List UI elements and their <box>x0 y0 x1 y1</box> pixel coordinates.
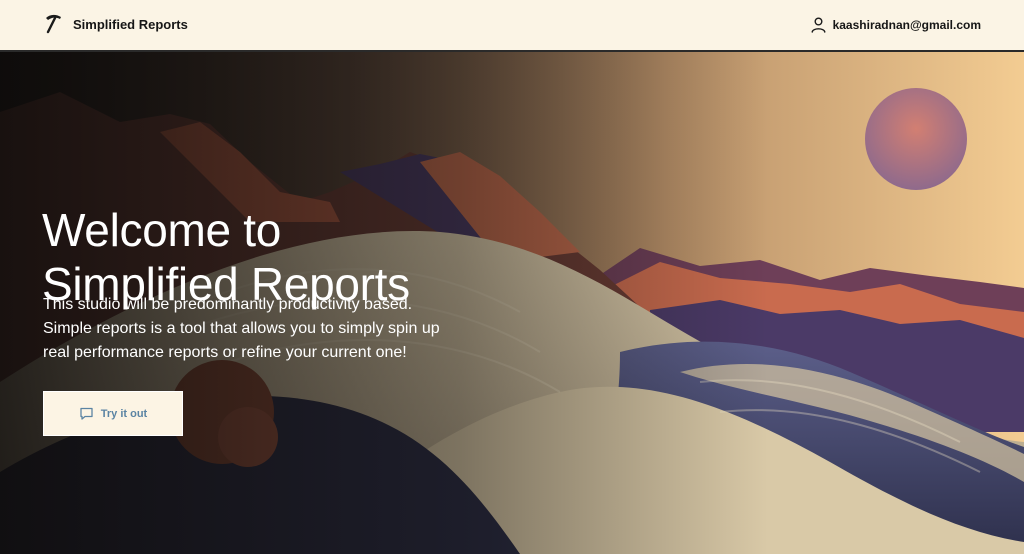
user-email: kaashiradnan@gmail.com <box>832 18 981 32</box>
hero-description-line-2: Simple reports is a tool that allows you… <box>43 320 440 337</box>
hero-description-line-3: real performance reports or refine your … <box>43 344 407 361</box>
user-account-menu[interactable]: kaashiradnan@gmail.com <box>811 17 981 33</box>
hero-section: Welcome to Simplified Reports This studi… <box>0 52 1024 554</box>
pickaxe-icon <box>46 14 61 34</box>
hero-description: This studio will be predominantly produc… <box>43 293 483 365</box>
user-icon <box>811 17 826 33</box>
try-it-out-label: Try it out <box>100 407 148 420</box>
top-navigation-bar: Simplified Reports kaashiradnan@gmail.co… <box>0 0 1024 52</box>
chat-bubble-icon <box>80 407 93 420</box>
hero-description-line-1: This studio will be predominantly produc… <box>43 296 413 313</box>
brand-link[interactable]: Simplified Reports <box>43 13 188 35</box>
brand-name: Simplified Reports <box>73 16 188 32</box>
hero-title-line-1: Welcome to <box>42 203 282 256</box>
try-it-out-button[interactable]: Try it out <box>43 391 183 436</box>
